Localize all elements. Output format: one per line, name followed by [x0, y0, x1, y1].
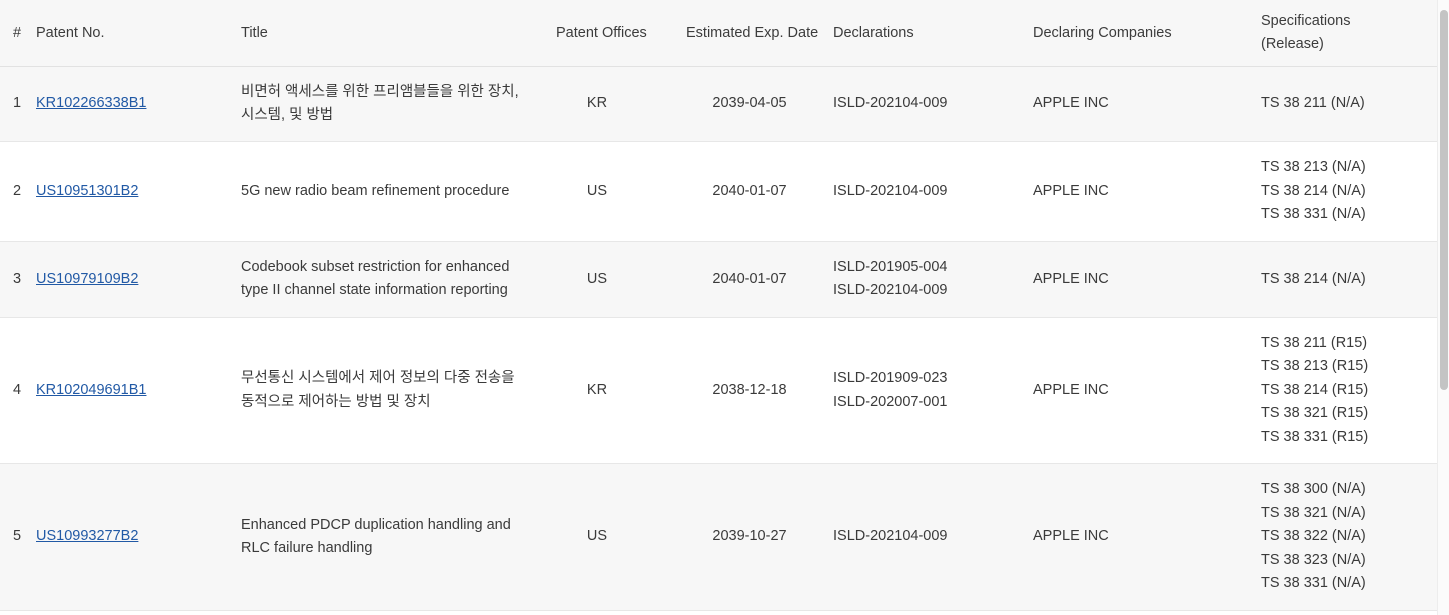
specification-entry: TS 38 213 (R15) [1261, 358, 1369, 375]
cell-estimated-exp-date: 2039-04-05 [686, 66, 833, 143]
patent-number-link[interactable]: KR102266338B1 [36, 95, 146, 111]
declaration-id: ISLD-202007-001 [833, 393, 948, 410]
cell-declaring-company: APPLE INC [1033, 141, 1261, 242]
cell-row-number: 2 [0, 141, 36, 242]
column-header-specifications-line1: Specifications [1261, 13, 1351, 30]
cell-title: 5G new radio beam refinement procedure [241, 141, 556, 242]
cell-declaring-company: APPLE INC [1033, 317, 1261, 465]
cell-row-number: 1 [0, 66, 36, 143]
column-header-estimated-exp-date[interactable]: Estimated Exp. Date [686, 0, 833, 67]
specification-entry: TS 38 323 (N/A) [1261, 551, 1366, 568]
column-header-number[interactable]: # [0, 0, 36, 67]
patent-number-link[interactable]: KR102049691B1 [36, 382, 146, 398]
declaration-id: ISLD-201905-004 [833, 258, 948, 275]
table-scroll-viewport[interactable]: # Patent No. Title Patent Offices Estima… [0, 0, 1449, 615]
cell-patent-no: US10951301B2 [36, 141, 241, 242]
specification-entry: TS 38 331 (R15) [1261, 428, 1369, 445]
cell-specifications: TS 38 211 (N/A) [1261, 66, 1437, 143]
table-row[interactable]: 3 US10979109B2 Codebook subset restriction… [0, 241, 1437, 318]
patent-number-link[interactable]: US10979109B2 [36, 271, 138, 287]
table-body: 1 KR102266338B1 비면허 액세스를 위한 프리앰블들을 위한 장치, … [0, 66, 1437, 611]
cell-specifications: TS 38 214 (N/A) [1261, 241, 1437, 318]
cell-patent-no: KR102266338B1 [36, 66, 241, 143]
cell-patent-office: US [556, 463, 686, 611]
cell-patent-no: KR102049691B1 [36, 317, 241, 465]
patent-table-page: # Patent No. Title Patent Offices Estima… [0, 0, 1449, 615]
specification-entry: TS 38 322 (N/A) [1261, 528, 1366, 545]
cell-declaring-company: APPLE INC [1033, 66, 1261, 143]
specification-entry: TS 38 321 (N/A) [1261, 504, 1366, 521]
cell-row-number: 5 [0, 463, 36, 611]
cell-patent-no: US10979109B2 [36, 241, 241, 318]
specification-entry: TS 38 214 (R15) [1261, 381, 1369, 398]
cell-declarations: ISLD-201905-004 ISLD-202104-009 [833, 241, 1033, 318]
cell-patent-no: US10993277B2 [36, 463, 241, 611]
cell-specifications: TS 38 211 (R15) TS 38 213 (R15) TS 38 214 … [1261, 317, 1437, 465]
cell-title: 비면허 액세스를 위한 프리앰블들을 위한 장치, 시스템, 및 방법 [241, 66, 556, 143]
cell-specifications: TS 38 213 (N/A) TS 38 214 (N/A) TS 38 331 … [1261, 141, 1437, 242]
declaration-id: ISLD-202104-009 [833, 528, 948, 545]
table-row[interactable]: 2 US10951301B2 5G new radio beam refinemen… [0, 141, 1437, 242]
patent-declarations-table: # Patent No. Title Patent Offices Estima… [0, 0, 1437, 611]
cell-declaring-company: APPLE INC [1033, 463, 1261, 611]
specification-entry: TS 38 214 (N/A) [1261, 182, 1366, 199]
declaration-id: ISLD-202104-009 [833, 282, 948, 299]
specification-entry: TS 38 211 (N/A) [1261, 95, 1365, 112]
declaration-id: ISLD-202104-009 [833, 182, 948, 199]
cell-patent-office: US [556, 141, 686, 242]
patent-number-link[interactable]: US10993277B2 [36, 528, 138, 544]
declaration-id: ISLD-202104-009 [833, 95, 948, 112]
column-header-title[interactable]: Title [241, 0, 556, 67]
column-header-patent-no[interactable]: Patent No. [36, 0, 241, 67]
cell-row-number: 3 [0, 241, 36, 318]
cell-patent-office: US [556, 241, 686, 318]
cell-patent-office: KR [556, 317, 686, 465]
cell-estimated-exp-date: 2040-01-07 [686, 141, 833, 242]
specification-entry: TS 38 321 (R15) [1261, 405, 1369, 422]
column-header-declarations[interactable]: Declarations [833, 0, 1033, 67]
table-row[interactable]: 5 US10993277B2 Enhanced PDCP duplication h… [0, 463, 1437, 611]
column-header-specifications[interactable]: Specifications (Release) [1261, 0, 1437, 67]
cell-declarations: ISLD-202104-009 [833, 66, 1033, 143]
column-header-specifications-line2: (Release) [1261, 35, 1324, 52]
cell-declaring-company: APPLE INC [1033, 241, 1261, 318]
cell-declarations: ISLD-202104-009 [833, 463, 1033, 611]
cell-patent-office: KR [556, 66, 686, 143]
specification-entry: TS 38 331 (N/A) [1261, 206, 1366, 223]
specification-entry: TS 38 214 (N/A) [1261, 270, 1366, 287]
table-row[interactable]: 1 KR102266338B1 비면허 액세스를 위한 프리앰블들을 위한 장치, … [0, 66, 1437, 143]
cell-declarations: ISLD-202104-009 [833, 141, 1033, 242]
cell-title: Codebook subset restriction for enhanced… [241, 241, 556, 318]
cell-estimated-exp-date: 2040-01-07 [686, 241, 833, 318]
column-header-patent-offices[interactable]: Patent Offices [556, 0, 686, 67]
column-header-declaring-companies[interactable]: Declaring Companies [1033, 0, 1261, 67]
table-header: # Patent No. Title Patent Offices Estima… [0, 0, 1437, 67]
cell-declarations: ISLD-201909-023 ISLD-202007-001 [833, 317, 1033, 465]
cell-specifications: TS 38 300 (N/A) TS 38 321 (N/A) TS 38 322 … [1261, 463, 1437, 611]
cell-title: 무선통신 시스템에서 제어 정보의 다중 전송을 동적으로 제어하는 방법 및 … [241, 317, 556, 465]
cell-row-number: 4 [0, 317, 36, 465]
cell-estimated-exp-date: 2039-10-27 [686, 463, 833, 611]
specification-entry: TS 38 213 (N/A) [1261, 159, 1366, 176]
specification-entry: TS 38 331 (N/A) [1261, 575, 1366, 592]
declaration-id: ISLD-201909-023 [833, 370, 948, 387]
cell-estimated-exp-date: 2038-12-18 [686, 317, 833, 465]
table-row[interactable]: 4 KR102049691B1 무선통신 시스템에서 제어 정보의 다중 전송을 동… [0, 317, 1437, 465]
patent-number-link[interactable]: US10951301B2 [36, 183, 138, 199]
table-header-row: # Patent No. Title Patent Offices Estima… [0, 0, 1437, 67]
specification-entry: TS 38 211 (R15) [1261, 334, 1368, 351]
vertical-scrollbar-thumb[interactable] [1440, 10, 1448, 390]
cell-title: Enhanced PDCP duplication handling and R… [241, 463, 556, 611]
vertical-scrollbar-track[interactable] [1437, 0, 1449, 615]
specification-entry: TS 38 300 (N/A) [1261, 481, 1366, 498]
